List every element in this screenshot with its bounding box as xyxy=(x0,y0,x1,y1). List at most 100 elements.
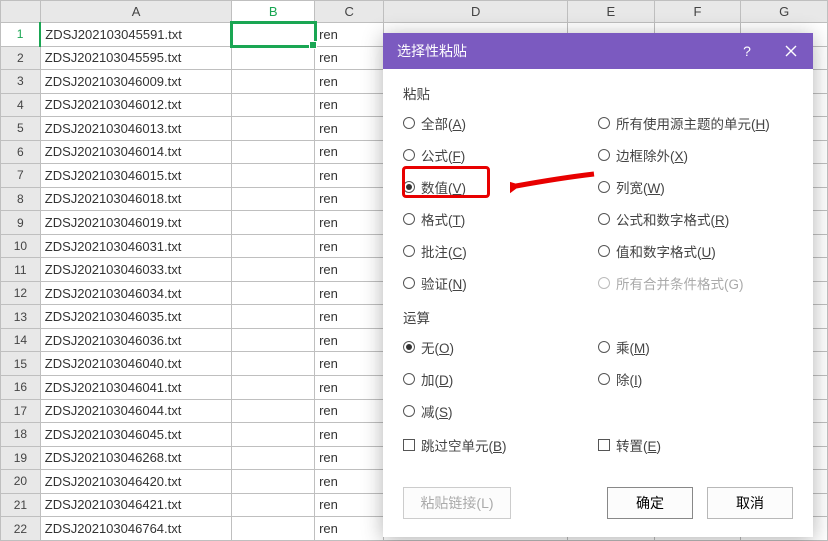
cell-C11[interactable]: ren xyxy=(315,258,384,282)
cell-A11[interactable]: ZDSJ202103046033.txt xyxy=(40,258,232,282)
row-header-22[interactable]: 22 xyxy=(1,517,41,541)
cell-A10[interactable]: ZDSJ202103046031.txt xyxy=(40,234,232,258)
radio-values-number[interactable]: 值和数字格式(U) xyxy=(598,241,793,261)
row-header-21[interactable]: 21 xyxy=(1,493,41,517)
cell-B15[interactable] xyxy=(232,352,315,376)
cell-A1[interactable]: ZDSJ202103045591.txt xyxy=(40,23,232,47)
row-header-10[interactable]: 10 xyxy=(1,234,41,258)
cell-A22[interactable]: ZDSJ202103046764.txt xyxy=(40,517,232,541)
cell-B21[interactable] xyxy=(232,493,315,517)
row-header-5[interactable]: 5 xyxy=(1,117,41,141)
row-header-19[interactable]: 19 xyxy=(1,446,41,470)
cell-A19[interactable]: ZDSJ202103046268.txt xyxy=(40,446,232,470)
radio-formulas-number[interactable]: 公式和数字格式(R) xyxy=(598,209,793,229)
cell-C18[interactable]: ren xyxy=(315,423,384,447)
cell-A17[interactable]: ZDSJ202103046044.txt xyxy=(40,399,232,423)
cell-B8[interactable] xyxy=(232,187,315,211)
cell-C4[interactable]: ren xyxy=(315,93,384,117)
cancel-button[interactable]: 取消 xyxy=(707,487,793,519)
radio-values[interactable]: 数值(V) xyxy=(403,177,598,197)
cell-C6[interactable]: ren xyxy=(315,140,384,164)
row-header-6[interactable]: 6 xyxy=(1,140,41,164)
cell-B16[interactable] xyxy=(232,375,315,399)
cell-B5[interactable] xyxy=(232,117,315,141)
cell-C17[interactable]: ren xyxy=(315,399,384,423)
row-header-18[interactable]: 18 xyxy=(1,423,41,447)
cell-B7[interactable] xyxy=(232,164,315,188)
radio-all[interactable]: 全部(A) xyxy=(403,113,598,133)
cell-A21[interactable]: ZDSJ202103046421.txt xyxy=(40,493,232,517)
cell-B10[interactable] xyxy=(232,234,315,258)
row-header-8[interactable]: 8 xyxy=(1,187,41,211)
radio-validation[interactable]: 验证(N) xyxy=(403,273,598,293)
cell-B11[interactable] xyxy=(232,258,315,282)
radio-comments[interactable]: 批注(C) xyxy=(403,241,598,261)
cell-B1[interactable] xyxy=(232,23,315,47)
radio-formulas[interactable]: 公式(F) xyxy=(403,145,598,165)
row-header-11[interactable]: 11 xyxy=(1,258,41,282)
cell-C22[interactable]: ren xyxy=(315,517,384,541)
cell-C19[interactable]: ren xyxy=(315,446,384,470)
cell-C12[interactable]: ren xyxy=(315,281,384,305)
cell-B22[interactable] xyxy=(232,517,315,541)
cell-A18[interactable]: ZDSJ202103046045.txt xyxy=(40,423,232,447)
cell-C2[interactable]: ren xyxy=(315,46,384,70)
cell-B20[interactable] xyxy=(232,470,315,494)
cell-C8[interactable]: ren xyxy=(315,187,384,211)
row-header-12[interactable]: 12 xyxy=(1,281,41,305)
cell-B6[interactable] xyxy=(232,140,315,164)
cell-B19[interactable] xyxy=(232,446,315,470)
cell-B18[interactable] xyxy=(232,423,315,447)
cell-C5[interactable]: ren xyxy=(315,117,384,141)
row-header-13[interactable]: 13 xyxy=(1,305,41,329)
cell-C7[interactable]: ren xyxy=(315,164,384,188)
radio-formats[interactable]: 格式(T) xyxy=(403,209,598,229)
checkbox-transpose[interactable]: 转置(E) xyxy=(598,435,793,455)
cell-C15[interactable]: ren xyxy=(315,352,384,376)
cell-C14[interactable]: ren xyxy=(315,328,384,352)
cell-C1[interactable]: ren xyxy=(315,23,384,47)
radio-column-widths[interactable]: 列宽(W) xyxy=(598,177,793,197)
cell-A16[interactable]: ZDSJ202103046041.txt xyxy=(40,375,232,399)
cell-C13[interactable]: ren xyxy=(315,305,384,329)
row-header-16[interactable]: 16 xyxy=(1,375,41,399)
cell-A7[interactable]: ZDSJ202103046015.txt xyxy=(40,164,232,188)
cell-B13[interactable] xyxy=(232,305,315,329)
radio-source-theme[interactable]: 所有使用源主题的单元(H) xyxy=(598,113,793,133)
col-header-F[interactable]: F xyxy=(654,1,741,23)
col-header-E[interactable]: E xyxy=(567,1,654,23)
cell-A20[interactable]: ZDSJ202103046420.txt xyxy=(40,470,232,494)
ok-button[interactable]: 确定 xyxy=(607,487,693,519)
cell-B9[interactable] xyxy=(232,211,315,235)
radio-op-multiply[interactable]: 乘(M) xyxy=(598,337,793,357)
row-header-4[interactable]: 4 xyxy=(1,93,41,117)
radio-op-none[interactable]: 无(O) xyxy=(403,337,598,357)
cell-C20[interactable]: ren xyxy=(315,470,384,494)
cell-A3[interactable]: ZDSJ202103046009.txt xyxy=(40,70,232,94)
cell-C10[interactable]: ren xyxy=(315,234,384,258)
cell-C9[interactable]: ren xyxy=(315,211,384,235)
cell-B14[interactable] xyxy=(232,328,315,352)
radio-except-borders[interactable]: 边框除外(X) xyxy=(598,145,793,165)
cell-C21[interactable]: ren xyxy=(315,493,384,517)
row-header-3[interactable]: 3 xyxy=(1,70,41,94)
cell-A6[interactable]: ZDSJ202103046014.txt xyxy=(40,140,232,164)
cell-A5[interactable]: ZDSJ202103046013.txt xyxy=(40,117,232,141)
row-header-2[interactable]: 2 xyxy=(1,46,41,70)
radio-op-add[interactable]: 加(D) xyxy=(403,369,598,389)
row-header-9[interactable]: 9 xyxy=(1,211,41,235)
col-header-A[interactable]: A xyxy=(40,1,232,23)
cell-A8[interactable]: ZDSJ202103046018.txt xyxy=(40,187,232,211)
row-header-20[interactable]: 20 xyxy=(1,470,41,494)
col-header-D[interactable]: D xyxy=(384,1,568,23)
row-header-1[interactable]: 1 xyxy=(1,23,41,47)
cell-C3[interactable]: ren xyxy=(315,70,384,94)
cell-A4[interactable]: ZDSJ202103046012.txt xyxy=(40,93,232,117)
radio-op-divide[interactable]: 除(I) xyxy=(598,369,793,389)
row-header-15[interactable]: 15 xyxy=(1,352,41,376)
cell-B12[interactable] xyxy=(232,281,315,305)
select-all-corner[interactable] xyxy=(1,1,41,23)
col-header-B[interactable]: B xyxy=(232,1,315,23)
row-header-14[interactable]: 14 xyxy=(1,328,41,352)
col-header-C[interactable]: C xyxy=(315,1,384,23)
